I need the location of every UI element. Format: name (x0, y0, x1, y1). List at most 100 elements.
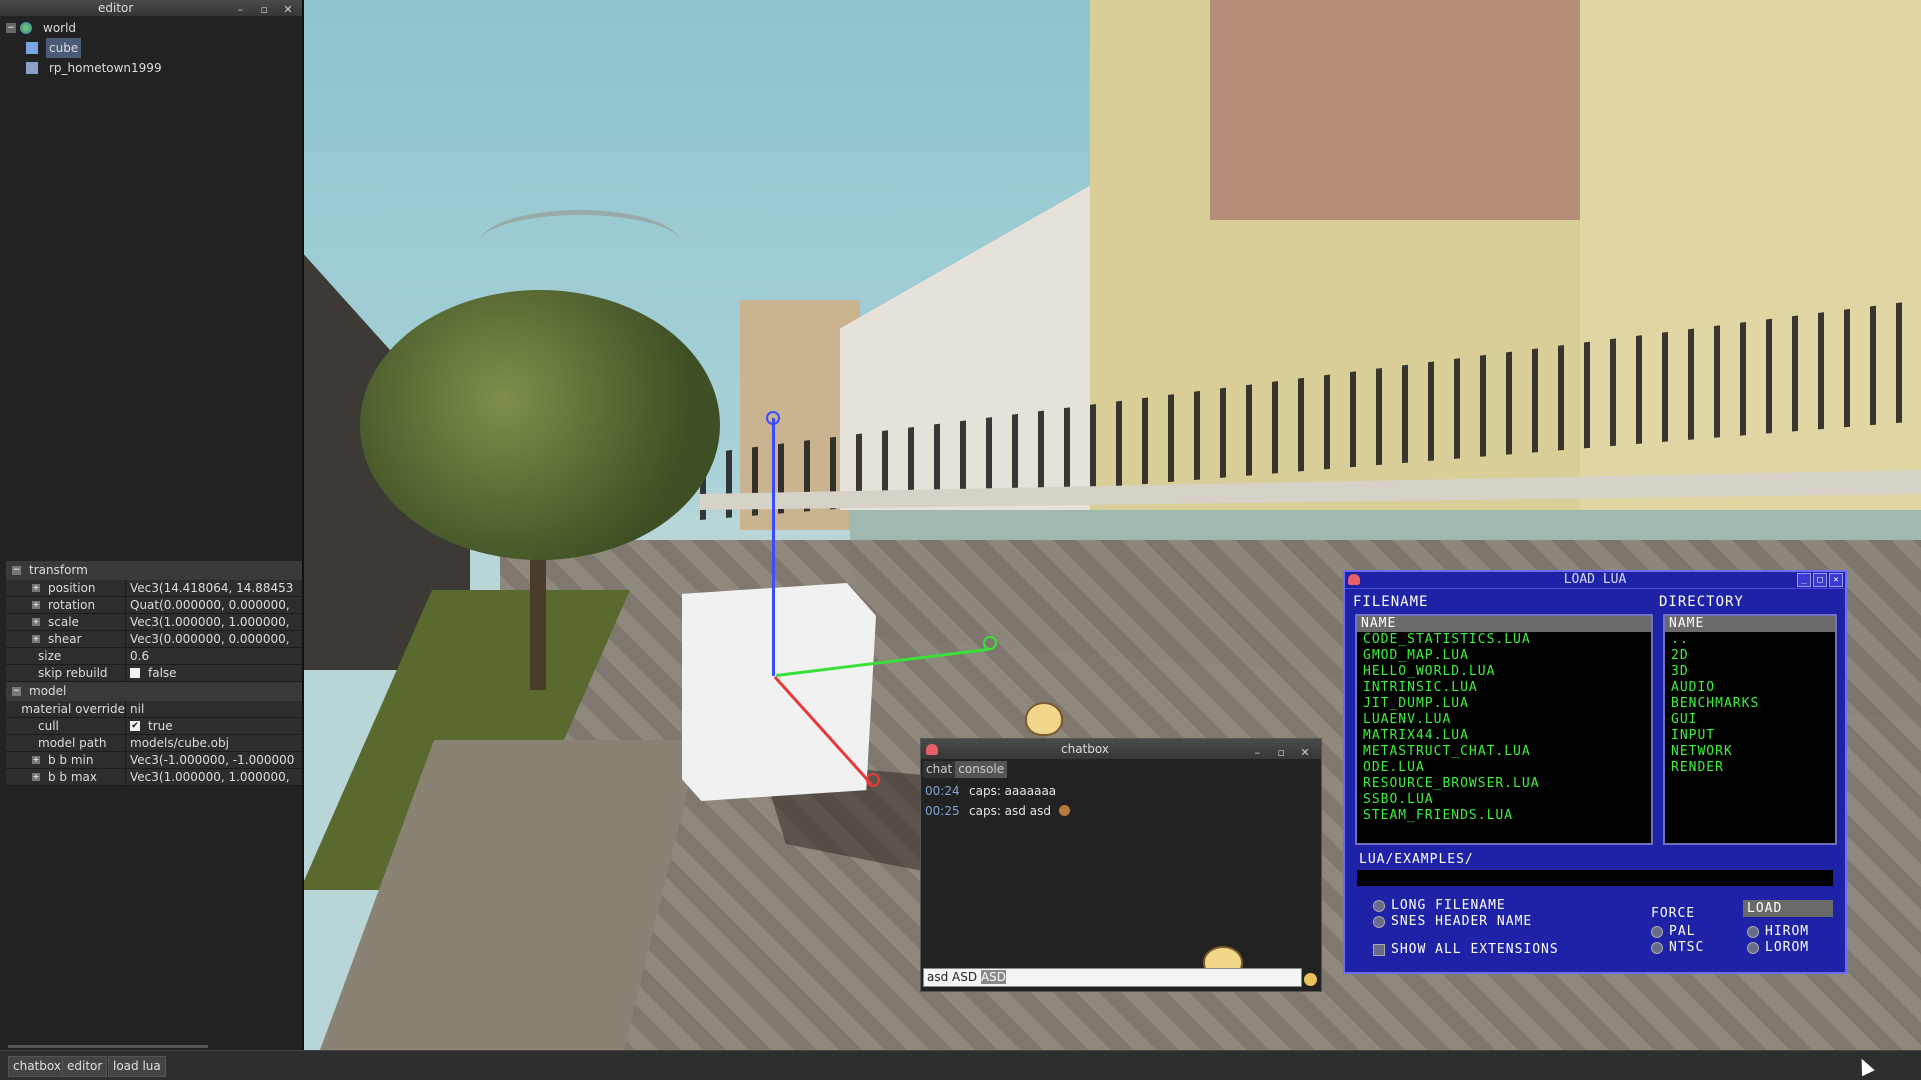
prop-row-bb-min[interactable]: + b b min Vec3(-1.000000, -1.000000 (6, 752, 302, 769)
file-item[interactable]: STEAM_FRIENDS.LUA (1357, 808, 1651, 824)
file-item[interactable]: CODE_STATISTICS.LUA (1357, 632, 1651, 648)
heart-icon (926, 744, 938, 755)
collapse-icon[interactable]: − (12, 687, 21, 696)
tree-item-label: world (43, 21, 77, 35)
maximize-icon[interactable]: ▫ (254, 3, 274, 17)
hirom-radio[interactable]: HIROM (1747, 924, 1809, 939)
file-item[interactable]: SSBO.LUA (1357, 792, 1651, 808)
file-list[interactable]: NAME CODE_STATISTICS.LUA GMOD_MAP.LUA HE… (1355, 614, 1653, 845)
show-all-extensions-checkbox[interactable]: SHOW ALL EXTENSIONS (1373, 942, 1559, 957)
prop-row-material-override[interactable]: material override nil (6, 701, 302, 718)
collapse-icon[interactable]: − (6, 23, 16, 33)
directory-item[interactable]: NETWORK (1665, 744, 1835, 760)
minimize-icon[interactable]: – (1247, 746, 1267, 760)
cull-checkbox[interactable]: ✔ (130, 721, 140, 731)
emoji-icon[interactable] (1304, 973, 1317, 986)
directory-list[interactable]: NAME .. 2D 3D AUDIO BENCHMARKS GUI INPUT… (1663, 614, 1837, 845)
chat-input[interactable]: asd ASD ASD (923, 968, 1302, 987)
collapse-icon[interactable]: − (12, 566, 21, 575)
expand-icon[interactable]: + (32, 635, 40, 643)
chatbox-titlebar[interactable]: chatbox – ▫ ✕ (921, 739, 1321, 759)
maximize-icon[interactable]: ▫ (1271, 746, 1291, 760)
close-icon[interactable]: ✕ (1829, 573, 1843, 587)
ntsc-radio[interactable]: NTSC (1651, 940, 1704, 955)
expand-icon[interactable]: + (32, 773, 40, 781)
directory-item[interactable]: RENDER (1665, 760, 1835, 776)
long-filename-radio[interactable]: LONG FILENAME (1373, 898, 1506, 913)
minimize-icon[interactable]: – (230, 3, 250, 17)
prop-row-bb-max[interactable]: + b b max Vec3(1.000000, 1.000000, (6, 769, 302, 786)
prop-value[interactable]: nil (125, 701, 302, 717)
taskbar-item-editor[interactable]: editor (62, 1056, 108, 1077)
directory-item[interactable]: .. (1665, 632, 1835, 648)
prop-value[interactable]: models/cube.obj (125, 735, 302, 751)
prop-value[interactable]: Vec3(1.000000, 1.000000, (125, 769, 302, 785)
path-input[interactable] (1357, 870, 1833, 886)
tab-chat[interactable]: chat (923, 761, 956, 778)
file-item[interactable]: LUAENV.LUA (1357, 712, 1651, 728)
prop-row-model-path[interactable]: model path models/cube.obj (6, 735, 302, 752)
file-item[interactable]: METASTRUCT_CHAT.LUA (1357, 744, 1651, 760)
prop-key: b b min (48, 753, 94, 767)
prop-row-cull[interactable]: cull ✔ true (6, 718, 302, 735)
lorom-radio[interactable]: LOROM (1747, 940, 1809, 955)
skip-rebuild-checkbox[interactable] (130, 668, 140, 678)
taskbar-item-load-lua[interactable]: load lua (108, 1056, 166, 1077)
directory-item[interactable]: INPUT (1665, 728, 1835, 744)
close-icon[interactable]: ✕ (278, 3, 298, 17)
gizmo-y-handle[interactable] (983, 636, 997, 650)
minimize-icon[interactable]: _ (1797, 573, 1811, 587)
file-item[interactable]: HELLO_WORLD.LUA (1357, 664, 1651, 680)
gizmo-x-handle[interactable] (866, 773, 880, 787)
directory-item[interactable]: GUI (1665, 712, 1835, 728)
selected-cube[interactable] (682, 583, 876, 801)
prop-row-position[interactable]: + position Vec3(14.418064, 14.88453 (6, 580, 302, 597)
file-item[interactable]: INTRINSIC.LUA (1357, 680, 1651, 696)
prop-row-shear[interactable]: + shear Vec3(0.000000, 0.000000, (6, 631, 302, 648)
prop-value[interactable]: Vec3(14.418064, 14.88453 (125, 580, 302, 596)
prop-key: material override (21, 702, 125, 716)
horizontal-scrollbar[interactable] (8, 1045, 208, 1048)
file-item[interactable]: RESOURCE_BROWSER.LUA (1357, 776, 1651, 792)
expand-icon[interactable]: + (32, 584, 40, 592)
expand-icon[interactable]: + (32, 601, 40, 609)
directory-item[interactable]: BENCHMARKS (1665, 696, 1835, 712)
file-item[interactable]: GMOD_MAP.LUA (1357, 648, 1651, 664)
prop-value[interactable]: Vec3(0.000000, 0.000000, (125, 631, 302, 647)
taskbar-item-chatbox[interactable]: chatbox (8, 1056, 66, 1077)
expand-icon[interactable]: + (32, 756, 40, 764)
prop-value[interactable]: Quat(0.000000, 0.000000, (125, 597, 302, 613)
snes-header-name-radio[interactable]: SNES HEADER NAME (1373, 914, 1532, 929)
file-item[interactable]: MATRIX44.LUA (1357, 728, 1651, 744)
tree-item-world[interactable]: − world (6, 18, 302, 38)
maximize-icon[interactable]: □ (1813, 573, 1827, 587)
pal-radio[interactable]: PAL (1651, 924, 1695, 939)
gizmo-z-handle[interactable] (766, 411, 780, 425)
directory-item[interactable]: 3D (1665, 664, 1835, 680)
prop-row-rotation[interactable]: + rotation Quat(0.000000, 0.000000, (6, 597, 302, 614)
autocomplete-suggestion[interactable]: ASD (980, 970, 1007, 984)
prop-row-skip-rebuild[interactable]: skip rebuild false (6, 665, 302, 682)
chatbox-title: chatbox (1061, 742, 1109, 756)
prop-value[interactable]: Vec3(1.000000, 1.000000, (125, 614, 302, 630)
directory-item[interactable]: 2D (1665, 648, 1835, 664)
load-button[interactable]: LOAD (1743, 900, 1833, 917)
prop-value[interactable]: Vec3(-1.000000, -1.000000 (125, 752, 302, 768)
section-transform[interactable]: − transform (6, 561, 302, 580)
tab-console[interactable]: console (955, 761, 1008, 778)
tree-item-cube[interactable]: cube (6, 38, 302, 58)
list-item: 00:25 caps: asd asd (925, 801, 1070, 821)
editor-titlebar[interactable]: editor – ▫ ✕ (0, 0, 302, 16)
expand-icon[interactable]: + (32, 618, 40, 626)
close-icon[interactable]: ✕ (1295, 746, 1315, 760)
tree-item-rp-hometown1999[interactable]: rp_hometown1999 (6, 58, 302, 78)
prop-row-scale[interactable]: + scale Vec3(1.000000, 1.000000, (6, 614, 302, 631)
prop-value[interactable]: 0.6 (125, 648, 302, 664)
load-lua-titlebar[interactable]: LOAD LUA _ □ ✕ (1345, 572, 1845, 589)
file-item[interactable]: JIT_DUMP.LUA (1357, 696, 1651, 712)
gizmo-z-axis[interactable] (772, 418, 775, 676)
prop-row-size[interactable]: size 0.6 (6, 648, 302, 665)
file-item[interactable]: ODE.LUA (1357, 760, 1651, 776)
section-model[interactable]: − model (6, 682, 302, 701)
directory-item[interactable]: AUDIO (1665, 680, 1835, 696)
